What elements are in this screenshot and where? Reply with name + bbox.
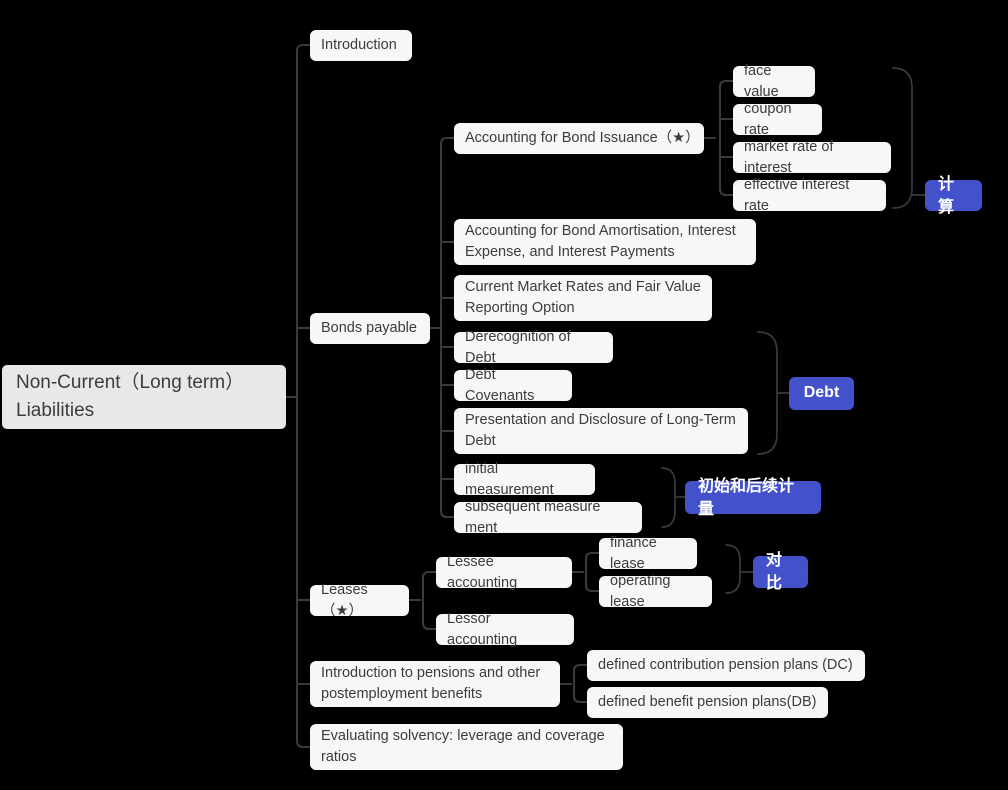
node-market-rate-of-interest-label: market rate of interest [744,138,838,176]
badge-jisuan-label: 计算 [938,173,955,216]
branch-pensions[interactable]: Introduction to pensions and other poste… [310,661,560,707]
node-face-value[interactable]: face value [733,63,815,100]
badge-debt[interactable]: Debt [789,377,854,410]
branch-solvency[interactable]: Evaluating solvency: leverage and covera… [310,724,623,770]
node-defined-benefit-plans[interactable]: defined benefit pension plans(DB) [587,687,828,718]
node-defined-benefit-plans-label: defined benefit pension plans(DB) [598,694,817,711]
node-current-market-rates[interactable]: Current Market Rates and Fair Value Repo… [454,275,712,321]
branch-introduction[interactable]: Introduction [310,30,412,61]
badge-measurement-label: 初始和后续计量 [698,475,795,518]
node-presentation-disclosure[interactable]: Presentation and Disclosure of Long-Term… [454,408,748,454]
branch-pensions-label: Introduction to pensions and other poste… [321,665,541,702]
node-bond-amortisation-label: Accounting for Bond Amortisation, Intere… [465,223,736,260]
node-operating-lease-label: operating lease [610,572,675,610]
branch-bonds-payable[interactable]: Bonds payable [310,313,430,344]
node-initial-measurement[interactable]: initial measurement [454,461,595,498]
badge-debt-label: Debt [803,384,840,402]
node-finance-lease[interactable]: finance lease [599,535,697,572]
node-lessee-accounting[interactable]: Lessee accounting [436,554,572,591]
node-effective-interest-rate-label: effective interest rate [744,176,854,214]
branch-leases[interactable]: Leases（★） [310,582,409,619]
node-lessor-accounting-label: Lessor accounting [447,610,518,648]
badge-duibi-label: 对比 [766,550,783,592]
badge-jisuan[interactable]: 计算 [925,174,982,216]
branch-bonds-payable-label: Bonds payable [321,320,417,337]
branch-introduction-label: Introduction [321,37,397,54]
node-coupon-rate[interactable]: coupon rate [733,101,822,138]
node-operating-lease[interactable]: operating lease [599,573,712,610]
root-node-label: Non-Current（Long term） Liabilities [16,372,245,421]
node-finance-lease-label: finance lease [610,534,661,572]
branch-leases-label: Leases（★） [321,581,368,619]
mindmap-canvas: Non-Current（Long term） Liabilities Intro… [0,0,1008,790]
node-subsequent-measurement-label: subsequent measure ment [465,498,605,536]
node-lessee-accounting-label: Lessee accounting [447,553,518,591]
node-bond-amortisation[interactable]: Accounting for Bond Amortisation, Intere… [454,219,756,265]
node-derecognition-of-debt[interactable]: Derecognition of Debt [454,329,613,366]
branch-solvency-label: Evaluating solvency: leverage and covera… [321,728,605,765]
node-debt-covenants[interactable]: Debt Covenants [454,367,572,404]
badge-duibi[interactable]: 对比 [753,550,808,592]
node-current-market-rates-label: Current Market Rates and Fair Value Repo… [465,279,701,316]
badge-measurement[interactable]: 初始和后续计量 [685,476,821,518]
node-presentation-disclosure-label: Presentation and Disclosure of Long-Term… [465,412,736,449]
node-subsequent-measurement[interactable]: subsequent measure ment [454,499,642,536]
node-bond-issuance[interactable]: Accounting for Bond Issuance（★） [454,123,704,154]
node-lessor-accounting[interactable]: Lessor accounting [436,611,574,648]
root-node[interactable]: Non-Current（Long term） Liabilities [2,365,286,429]
node-debt-covenants-label: Debt Covenants [465,366,535,404]
node-initial-measurement-label: initial measurement [465,460,554,498]
node-face-value-label: face value [744,62,779,100]
node-defined-contribution-plans-label: defined contribution pension plans (DC) [598,657,853,674]
node-defined-contribution-plans[interactable]: defined contribution pension plans (DC) [587,650,865,681]
node-derecognition-of-debt-label: Derecognition of Debt [465,328,575,366]
node-effective-interest-rate[interactable]: effective interest rate [733,177,886,214]
node-market-rate-of-interest[interactable]: market rate of interest [733,139,891,176]
node-bond-issuance-label: Accounting for Bond Issuance（★） [465,130,700,147]
node-coupon-rate-label: coupon rate [744,100,796,138]
